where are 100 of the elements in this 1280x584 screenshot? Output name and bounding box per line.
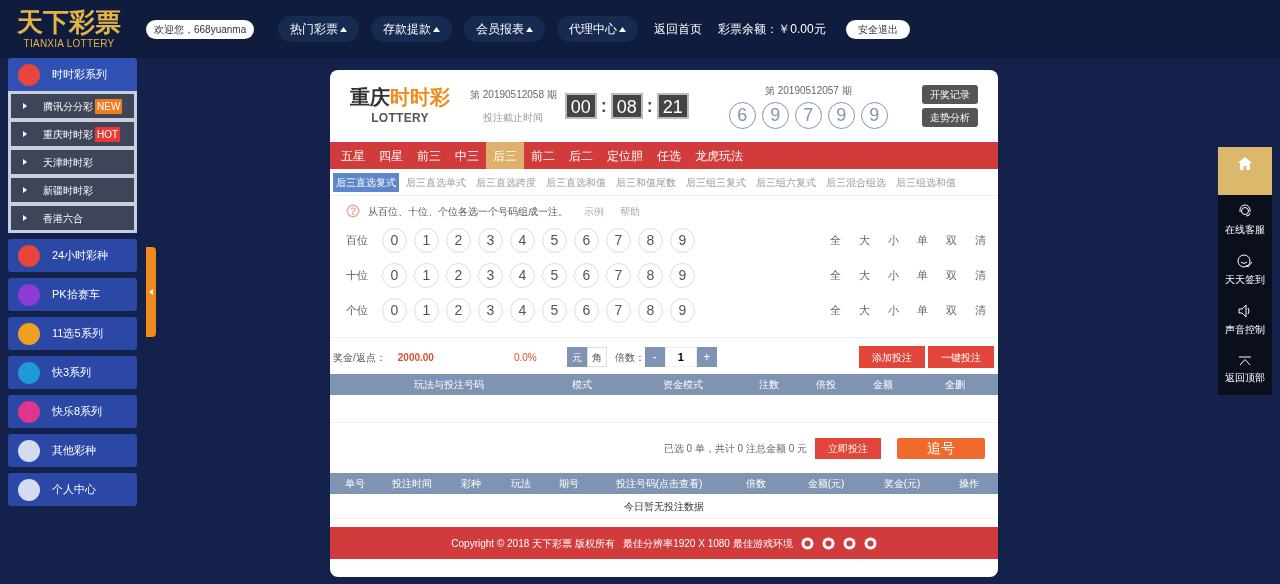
history-button[interactable]: 走势分析: [922, 108, 978, 127]
nav-link[interactable]: 热门彩票: [278, 16, 360, 42]
game-tab[interactable]: 后二: [562, 142, 600, 169]
filter-button[interactable]: 全: [829, 302, 841, 319]
filter-button[interactable]: 双: [945, 232, 957, 249]
submenu-label: 香港六合: [43, 211, 83, 226]
column-header: 期号: [558, 477, 580, 491]
column-header: 投注号码(点击查看): [614, 477, 704, 491]
sidebar-item[interactable]: 快乐8系列: [8, 395, 137, 428]
column-header: 全删: [944, 378, 966, 392]
unit-toggle[interactable]: 角: [586, 347, 607, 367]
game-tab[interactable]: 定位胆: [600, 142, 650, 169]
tool-button[interactable]: 天天签到: [1218, 245, 1272, 295]
countdown-digits: 00: [564, 93, 597, 119]
column-header: 注数: [757, 378, 780, 392]
logo-title: 天下彩票: [17, 7, 121, 36]
tool-button[interactable]: 返回顶部: [1218, 345, 1272, 395]
game-tab[interactable]: 龙虎玩法: [688, 142, 750, 169]
add-bet-button[interactable]: 添加投注: [859, 346, 925, 368]
nav-link[interactable]: 会员报表: [464, 16, 546, 42]
filter-button[interactable]: 大: [858, 232, 870, 249]
game-title: 重庆时时彩: [350, 85, 450, 109]
colon: :: [600, 94, 607, 118]
position-label: 百位: [346, 233, 369, 249]
nav-link[interactable]: 存款提款: [371, 16, 453, 42]
column-header: 资金模式: [661, 378, 704, 392]
column-header: 模式: [571, 378, 594, 392]
colon: :: [646, 94, 653, 118]
filter-button[interactable]: 小: [887, 267, 899, 284]
sidebar-item[interactable]: 11选5系列: [8, 317, 137, 350]
rebate-value: 0.0%: [513, 350, 537, 365]
smile-icon: [1237, 253, 1253, 268]
sidebar-item[interactable]: 24小时彩种: [8, 239, 137, 272]
filter-button[interactable]: 清: [974, 232, 986, 249]
game-tab[interactable]: 中三: [448, 142, 486, 169]
filter-button[interactable]: 全: [829, 267, 841, 284]
caret-icon: [340, 26, 348, 32]
balance-label: 彩票余额：￥0.00元: [718, 21, 826, 38]
sidebar-item[interactable]: 时时彩系列: [8, 58, 137, 91]
submenu-item[interactable]: 重庆时时彩 HOT: [11, 122, 134, 146]
back-to-top-icon: [1238, 355, 1252, 366]
filter-button[interactable]: 小: [887, 302, 899, 319]
collapse-handle[interactable]: [146, 247, 156, 337]
home-button[interactable]: [1218, 147, 1272, 195]
submenu-label: 新疆时时彩: [43, 183, 93, 198]
prize-label: 奖金/返点：: [333, 350, 386, 365]
help-icon: [346, 204, 360, 218]
column-header: 金额(元): [806, 477, 846, 491]
column-header: 投注时间: [391, 477, 433, 491]
filter-button[interactable]: 双: [945, 302, 957, 319]
filter-button[interactable]: 清: [974, 267, 986, 284]
welcome-label: 欢迎您，668yuanma: [146, 19, 255, 39]
filter-button[interactable]: 单: [916, 267, 928, 284]
caret-icon: [23, 187, 27, 193]
game-tab[interactable]: 四星: [372, 142, 410, 169]
game-tab[interactable]: 五星: [334, 142, 372, 169]
nav-link[interactable]: 代理中心: [557, 16, 639, 42]
quick-bet-button[interactable]: 一键投注: [928, 346, 994, 368]
logout-button[interactable]: 安全退出: [845, 19, 910, 39]
caret-icon: [149, 289, 153, 295]
filter-button[interactable]: 单: [916, 302, 928, 319]
position-label: 十位: [346, 268, 369, 284]
play-tab[interactable]: 后三直选复式: [333, 172, 399, 192]
badge: HOT: [95, 126, 121, 142]
filter-button[interactable]: 清: [974, 302, 986, 319]
column-header: 单号: [344, 477, 366, 491]
submenu-item[interactable]: 新疆时时彩: [11, 178, 134, 202]
submenu-item[interactable]: 腾讯分分彩 NEW: [11, 94, 134, 118]
tool-button[interactable]: 声音控制: [1218, 295, 1272, 345]
sidebar-item[interactable]: 个人中心: [8, 473, 137, 506]
game-tab[interactable]: 前三: [410, 142, 448, 169]
sidebar-item[interactable]: PK拾赛车: [8, 278, 137, 311]
column-header: 操作: [958, 477, 980, 491]
caret-icon: [619, 26, 627, 32]
caret-icon: [23, 159, 27, 165]
filter-button[interactable]: 大: [858, 267, 870, 284]
filter-button[interactable]: 双: [945, 267, 957, 284]
sidebar-item[interactable]: 其他彩种: [8, 434, 137, 467]
filter-button[interactable]: 大: [858, 302, 870, 319]
column-header: 倍投: [815, 378, 838, 392]
multiple-field[interactable]: 1: [664, 347, 697, 367]
sidebar-item[interactable]: 快3系列: [8, 356, 137, 389]
column-header: 倍数: [745, 477, 767, 491]
submit-button[interactable]: 立即投注: [815, 437, 881, 459]
submenu-item[interactable]: 天津时时彩: [11, 150, 134, 174]
game-tab[interactable]: 任选: [650, 142, 688, 169]
game-tab[interactable]: 前二: [524, 142, 562, 169]
nav-link[interactable]: 返回首页: [650, 20, 707, 38]
submenu-label: 腾讯分分彩: [43, 99, 93, 114]
last-issue-label: 第 20190512057 期: [764, 84, 852, 98]
filter-button[interactable]: 单: [916, 232, 928, 249]
filter-button[interactable]: 小: [887, 232, 899, 249]
home-icon: [1238, 157, 1252, 170]
submenu-item[interactable]: 香港六合: [11, 206, 134, 230]
tool-button[interactable]: 在线客服: [1218, 195, 1272, 245]
caret-icon: [433, 26, 441, 32]
history-button[interactable]: 开奖记录: [922, 85, 978, 104]
countdown-digits: 08: [610, 93, 643, 119]
filter-button[interactable]: 全: [829, 232, 841, 249]
column-header: 玩法: [510, 477, 532, 491]
